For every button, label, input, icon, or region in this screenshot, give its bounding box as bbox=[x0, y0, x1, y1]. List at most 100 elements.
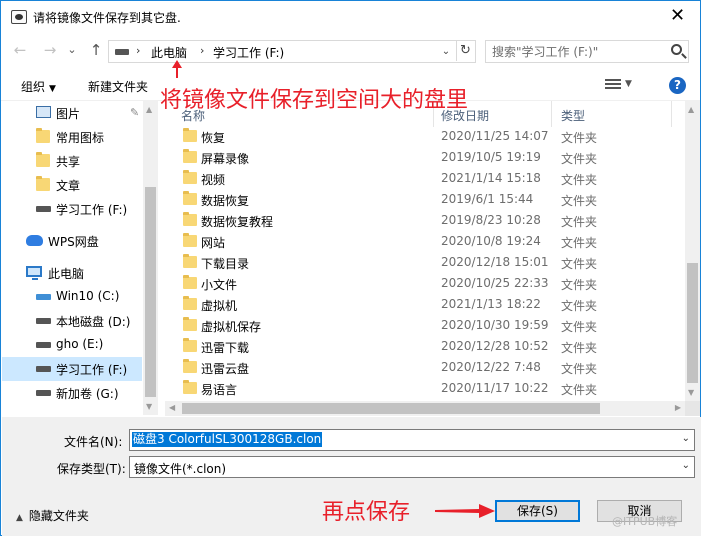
file-row[interactable]: 迅雷下载 2020/12/28 10:52 文件夹 bbox=[175, 336, 665, 357]
view-options-icon[interactable] bbox=[605, 79, 621, 91]
save-dialog: 请将镜像文件保存到其它盘. ✕ ← → ⌄ ↑ › 此电脑 › 学习工作 (F:… bbox=[0, 0, 701, 536]
organize-button[interactable]: 组织 ▼ bbox=[21, 78, 56, 95]
file-row[interactable]: 视频 2021/1/14 15:18 文件夹 bbox=[175, 168, 665, 189]
scroll-up-icon[interactable]: ▲ bbox=[688, 105, 694, 114]
filetype-select[interactable]: 镜像文件(*.clon) ⌄ bbox=[129, 456, 695, 478]
file-type: 文件夹 bbox=[561, 131, 598, 145]
column-divider[interactable] bbox=[551, 101, 552, 127]
breadcrumb-drive-f[interactable]: 学习工作 (F:) bbox=[213, 44, 284, 61]
scrollbar-thumb[interactable] bbox=[145, 187, 156, 397]
filename-value[interactable]: 磁盘3 ColorfulSL300128GB.clon bbox=[132, 432, 323, 447]
sidebar-item-drive-d[interactable]: 本地磁盘 (D:) bbox=[2, 309, 142, 333]
file-date: 2020/11/25 14:07 bbox=[441, 129, 549, 143]
forward-button[interactable]: → bbox=[39, 39, 61, 61]
scroll-up-icon[interactable]: ▲ bbox=[146, 105, 152, 114]
file-date: 2020/10/25 22:33 bbox=[441, 276, 549, 290]
file-list-horizontal-scrollbar[interactable]: ◀ ▶ bbox=[165, 401, 685, 416]
file-row[interactable]: 迅雷云盘 2020/12/22 7:48 文件夹 bbox=[175, 357, 665, 378]
chevron-down-icon[interactable]: ⌄ bbox=[682, 433, 690, 444]
close-button[interactable]: ✕ bbox=[655, 1, 700, 31]
file-row[interactable]: 屏幕录像 2019/10/5 19:19 文件夹 bbox=[175, 147, 665, 168]
column-divider[interactable] bbox=[671, 101, 672, 127]
sidebar-item-wps-drive[interactable]: WPS网盘 bbox=[2, 229, 142, 253]
sidebar-item-drive-f[interactable]: 学习工作 (F:) bbox=[2, 357, 142, 381]
file-name: 易语言 bbox=[201, 383, 238, 397]
sidebar-item-shared[interactable]: 共享 bbox=[2, 149, 142, 173]
folder-icon bbox=[183, 359, 197, 373]
sidebar-item-pictures[interactable]: 图片 ✎ bbox=[2, 101, 142, 125]
file-row[interactable]: 虚拟机 2021/1/13 18:22 文件夹 bbox=[175, 294, 665, 315]
help-icon[interactable]: ? bbox=[669, 77, 686, 94]
search-icon[interactable] bbox=[671, 44, 682, 55]
file-name: 小文件 bbox=[201, 278, 238, 292]
sidebar-scrollbar[interactable]: ▲ ▼ bbox=[143, 101, 158, 415]
recent-locations-button[interactable]: ⌄ bbox=[61, 39, 83, 61]
drive-icon bbox=[36, 390, 51, 396]
sidebar-item-this-pc[interactable]: 此电脑 bbox=[2, 261, 142, 285]
organize-label: 组织 bbox=[21, 80, 46, 94]
scrollbar-thumb[interactable] bbox=[182, 403, 600, 414]
file-type: 文件夹 bbox=[561, 299, 598, 313]
chevron-down-icon[interactable]: ⌄ bbox=[682, 460, 690, 471]
sidebar-item-common-icons[interactable]: 常用图标 bbox=[2, 125, 142, 149]
file-type: 文件夹 bbox=[561, 152, 598, 166]
scroll-down-icon[interactable]: ▼ bbox=[688, 388, 694, 397]
sidebar-item-label: 常用图标 bbox=[56, 131, 105, 145]
sidebar-item-label: 共享 bbox=[56, 155, 81, 169]
file-type: 文件夹 bbox=[561, 320, 598, 334]
scrollbar-thumb[interactable] bbox=[687, 263, 698, 383]
sidebar-item-drive-g[interactable]: 新加卷 (G:) bbox=[2, 381, 142, 405]
breadcrumb-separator: › bbox=[200, 44, 205, 57]
file-name: 迅雷下载 bbox=[201, 341, 250, 355]
folder-icon bbox=[183, 296, 197, 310]
new-folder-button[interactable]: 新建文件夹 bbox=[88, 78, 148, 95]
sidebar-item-label: 学习工作 (F:) bbox=[56, 203, 128, 217]
breadcrumb-this-pc[interactable]: 此电脑 bbox=[151, 44, 187, 61]
sidebar-item-drive-e[interactable]: gho (E:) bbox=[2, 333, 142, 357]
save-button[interactable]: 保存(S) bbox=[495, 500, 580, 522]
file-type: 文件夹 bbox=[561, 278, 598, 292]
sidebar-item-label: 本地磁盘 (D:) bbox=[56, 315, 131, 329]
filetype-value: 镜像文件(*.clon) bbox=[134, 462, 227, 476]
file-row[interactable]: 易语言 2020/11/17 10:22 文件夹 bbox=[175, 378, 665, 399]
drive-icon bbox=[115, 49, 129, 55]
folder-icon bbox=[183, 380, 197, 394]
sidebar-item-label: gho (E:) bbox=[56, 337, 104, 351]
file-name: 恢复 bbox=[201, 131, 226, 145]
sidebar-item-articles[interactable]: 文章 bbox=[2, 173, 142, 197]
file-row[interactable]: 虚拟机保存 2020/10/30 19:59 文件夹 bbox=[175, 315, 665, 336]
file-date: 2021/1/14 15:18 bbox=[441, 171, 541, 185]
file-row[interactable]: 小文件 2020/10/25 22:33 文件夹 bbox=[175, 273, 665, 294]
file-row[interactable]: 数据恢复 2019/6/1 15:44 文件夹 bbox=[175, 189, 665, 210]
search-box[interactable] bbox=[485, 40, 689, 63]
chevron-down-icon[interactable]: ⌄ bbox=[439, 43, 453, 61]
file-date: 2020/12/28 10:52 bbox=[441, 339, 549, 353]
up-button[interactable]: ↑ bbox=[85, 39, 107, 61]
sidebar-item-drive-f-quick[interactable]: 学习工作 (F:) bbox=[2, 197, 142, 221]
scroll-down-icon[interactable]: ▼ bbox=[146, 402, 152, 411]
address-bar[interactable]: › 此电脑 › 学习工作 (F:) ⌄ ↻ bbox=[108, 40, 476, 63]
folder-icon bbox=[183, 275, 197, 289]
refresh-button[interactable]: ↻ bbox=[456, 41, 474, 61]
window-title: 请将镜像文件保存到其它盘. bbox=[33, 11, 181, 25]
file-type: 文件夹 bbox=[561, 194, 598, 208]
back-button[interactable]: ← bbox=[9, 39, 31, 61]
file-list-vertical-scrollbar[interactable]: ▲ ▼ bbox=[685, 101, 700, 401]
file-type: 文件夹 bbox=[561, 257, 598, 271]
scroll-left-icon[interactable]: ◀ bbox=[169, 403, 175, 412]
file-row[interactable]: 下载目录 2020/12/18 15:01 文件夹 bbox=[175, 252, 665, 273]
folder-icon bbox=[183, 170, 197, 184]
sidebar-item-drive-c[interactable]: Win10 (C:) bbox=[2, 285, 142, 309]
search-input[interactable] bbox=[492, 43, 664, 60]
filename-input[interactable]: 磁盘3 ColorfulSL300128GB.clon ⌄ bbox=[129, 429, 695, 451]
chevron-down-icon[interactable]: ▼ bbox=[625, 79, 632, 89]
sidebar-item-label: 文章 bbox=[56, 179, 81, 193]
file-type: 文件夹 bbox=[561, 341, 598, 355]
hide-folders-toggle[interactable]: ▲ 隐藏文件夹 bbox=[16, 507, 89, 524]
scroll-right-icon[interactable]: ▶ bbox=[675, 403, 681, 412]
navigation-pane: 图片 ✎ 常用图标 共享 文章 学习工作 (F:) WPS网盘 此电脑 Win1… bbox=[2, 101, 158, 415]
file-row[interactable]: 网站 2020/10/8 19:24 文件夹 bbox=[175, 231, 665, 252]
column-header-type[interactable]: 类型 bbox=[561, 107, 585, 124]
file-row[interactable]: 恢复 2020/11/25 14:07 文件夹 bbox=[175, 126, 665, 147]
file-row[interactable]: 数据恢复教程 2019/8/23 10:28 文件夹 bbox=[175, 210, 665, 231]
